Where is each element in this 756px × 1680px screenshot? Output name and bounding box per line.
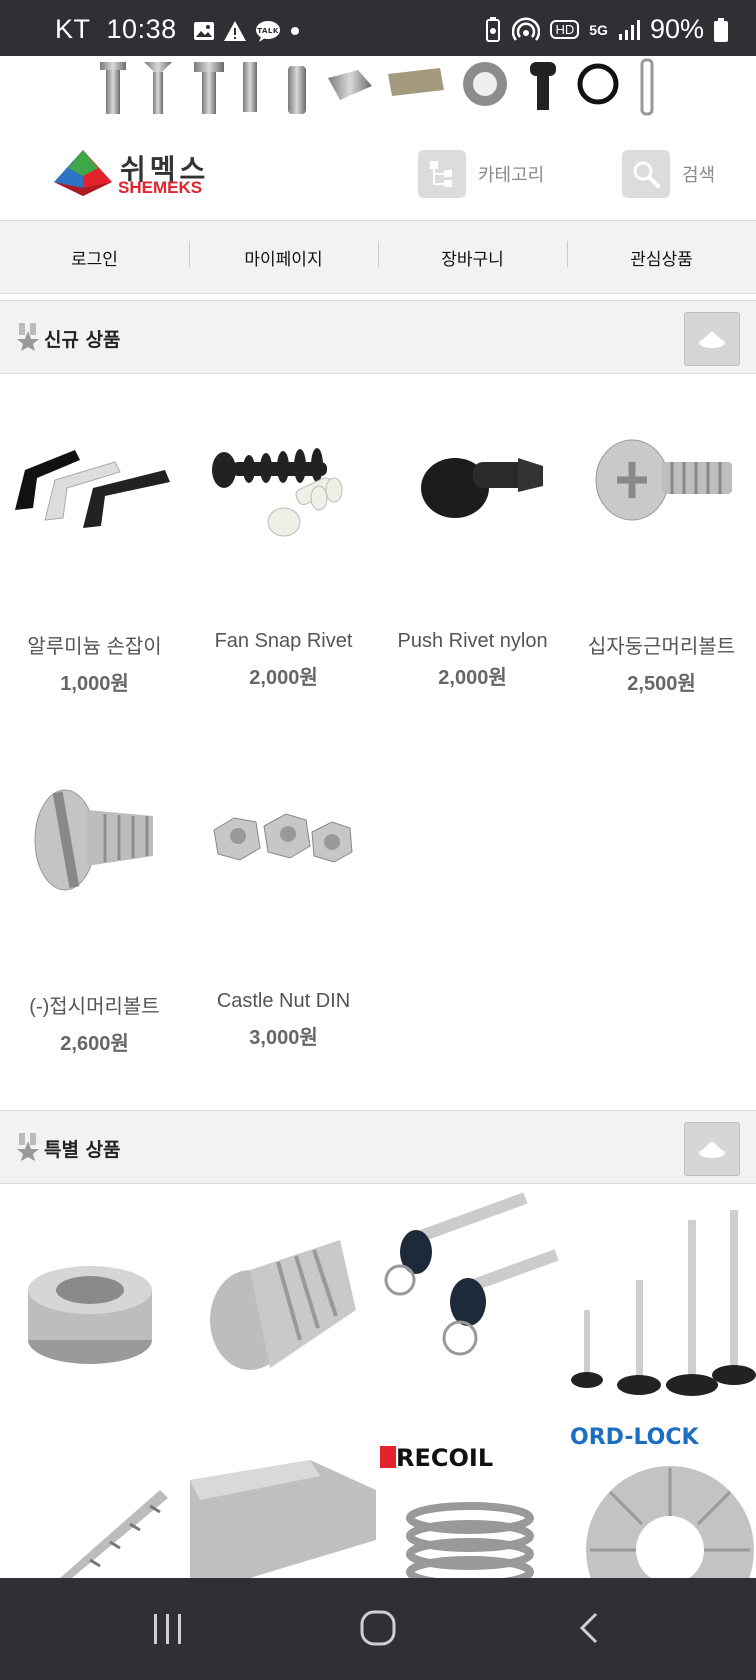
back-icon[interactable] (576, 1608, 602, 1648)
category-label: 카테고리 (478, 165, 545, 186)
special-product-tile[interactable] (570, 1190, 756, 1420)
new-products-title: 신규 상품 (44, 329, 121, 351)
product-price: 2,000원 (438, 667, 507, 689)
product-price: 3,000원 (249, 1027, 318, 1049)
special-product-tile[interactable] (190, 1420, 376, 1578)
battery-icon (714, 17, 728, 42)
kakaotalk-icon: TALK (255, 20, 280, 42)
product-image-hex-key (190, 1460, 376, 1578)
special-product-tile[interactable] (0, 1190, 186, 1420)
search-label: 검색 (682, 165, 716, 186)
hd-badge: HD (550, 20, 580, 39)
scroll-up-button[interactable] (684, 312, 740, 366)
product-image-recoil-insert: RECOIL (380, 1444, 534, 1578)
product-name: Fan Snap Rivet (214, 630, 353, 652)
search-button[interactable]: 검색 (622, 150, 715, 198)
dot-icon (290, 26, 299, 35)
up-arrow-icon (699, 331, 725, 348)
svg-text:TALK: TALK (257, 27, 279, 35)
ribbon-star-icon (17, 323, 39, 351)
product-price: 2,000원 (249, 667, 318, 689)
product-image-fan-snap-rivet[interactable] (189, 380, 378, 580)
product-image-castle-nut[interactable] (189, 740, 378, 940)
product-price: 1,000원 (60, 673, 129, 695)
product-price: 2,600원 (60, 1033, 129, 1055)
product-image-threaded-stud (210, 1240, 356, 1370)
product-name: Push Rivet nylon (397, 630, 548, 652)
warning-icon (223, 20, 246, 41)
home-icon[interactable] (358, 1608, 398, 1648)
battery-saver-icon (486, 16, 501, 42)
recoil-brand-text: RECOIL (396, 1444, 493, 1472)
product-image-aluminum-handle[interactable] (0, 380, 189, 580)
product-card[interactable]: 알루미늄 손잡이 1,000원 (0, 380, 189, 696)
product-image-ball-lock-pin (384, 1192, 559, 1356)
product-name: (-)접시머리볼트 (29, 996, 160, 1018)
special-product-tile[interactable]: ORD-LOCK (570, 1420, 756, 1578)
clock: 10:38 (106, 14, 177, 44)
product-card[interactable]: Fan Snap Rivet 2,000원 (189, 380, 378, 690)
special-product-tile[interactable] (380, 1190, 566, 1420)
battery-percent: 90% (649, 14, 704, 44)
product-image-drill-bit (60, 1490, 168, 1578)
special-products-title: 특별 상품 (44, 1139, 121, 1161)
product-image-leveling-feet (571, 1210, 756, 1396)
status-right: HD 5G 90% (484, 14, 728, 45)
nav-login[interactable]: 로그인 (0, 245, 189, 270)
main-nav: 로그인 마이페이지 장바구니 관심상품 (0, 220, 756, 294)
special-product-tile[interactable] (190, 1190, 376, 1420)
gallery-icon (193, 21, 214, 40)
brand-name-english: SHEMEKS (118, 178, 203, 197)
product-image-nord-lock-washer: ORD-LOCK (570, 1425, 754, 1578)
nav-wishlist[interactable]: 관심상품 (567, 240, 756, 270)
search-icon (622, 150, 670, 198)
nav-mypage[interactable]: 마이페이지 (189, 240, 378, 270)
product-image-self-clinching-nut (28, 1266, 152, 1364)
hotspot-icon (512, 16, 541, 41)
product-name: 십자둥근머리볼트 (587, 636, 736, 658)
signal-icon (618, 19, 640, 40)
logo-pyramid-icon (54, 150, 112, 196)
nordlock-brand-text: ORD-LOCK (570, 1425, 700, 1450)
up-arrow-icon (699, 1141, 725, 1158)
system-nav-bar (0, 1578, 756, 1680)
product-card[interactable]: Castle Nut DIN 3,000원 (189, 740, 378, 1050)
hardware-banner-image (100, 58, 654, 116)
category-button[interactable]: 카테고리 (418, 150, 544, 198)
status-left: KT 10:38 TALK (55, 14, 301, 45)
special-product-tile[interactable] (0, 1420, 186, 1578)
nav-cart[interactable]: 장바구니 (378, 240, 567, 270)
special-product-tile[interactable]: RECOIL (380, 1420, 566, 1578)
site-header: 쉬멕스 SHEMEKS 카테고리 검색 (0, 120, 756, 220)
ribbon-star-icon (17, 1133, 39, 1161)
product-card[interactable]: 십자둥근머리볼트 2,500원 (567, 380, 756, 696)
status-bar: KT 10:38 TALK HD 5G 90% (0, 0, 756, 56)
category-icon (418, 150, 466, 198)
special-products-header: 특별 상품 (0, 1110, 756, 1184)
product-image-push-rivet[interactable] (378, 380, 567, 580)
product-name: 알루미늄 손잡이 (27, 636, 162, 658)
recent-apps-icon[interactable] (150, 1608, 186, 1648)
network-type: 5G (589, 21, 608, 38)
product-price: 2,500원 (627, 673, 696, 695)
product-card[interactable]: (-)접시머리볼트 2,600원 (0, 740, 189, 1056)
carrier: KT (55, 14, 91, 44)
brand-logo[interactable]: 쉬멕스 SHEMEKS (52, 148, 222, 200)
product-image-phillips-pan-bolt[interactable] (567, 380, 756, 580)
hardware-banner (0, 56, 756, 120)
scroll-up-button[interactable] (684, 1122, 740, 1176)
new-products-header: 신규 상품 (0, 300, 756, 374)
product-image-slotted-flat-bolt[interactable] (0, 740, 189, 940)
product-name: Castle Nut DIN (216, 990, 351, 1012)
product-card[interactable]: Push Rivet nylon 2,000원 (378, 380, 567, 690)
